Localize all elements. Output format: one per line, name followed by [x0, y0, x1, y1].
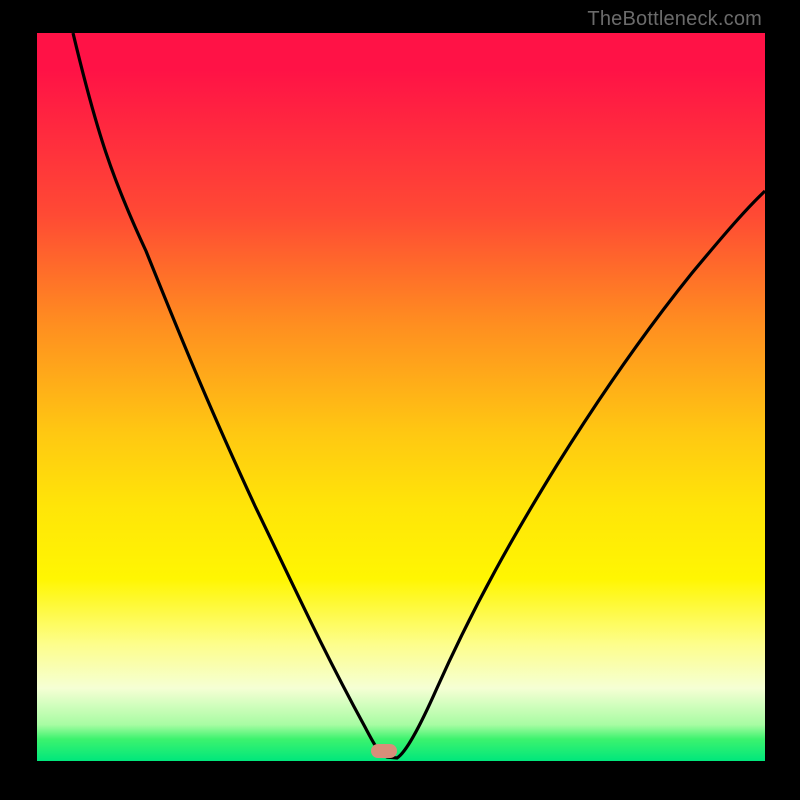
bottleneck-curve-path — [73, 33, 765, 758]
curve-svg — [37, 33, 765, 761]
plot-area — [37, 33, 765, 761]
optimum-marker — [371, 744, 397, 758]
watermark-text: TheBottleneck.com — [587, 8, 762, 31]
chart-frame: TheBottleneck.com — [0, 0, 800, 800]
